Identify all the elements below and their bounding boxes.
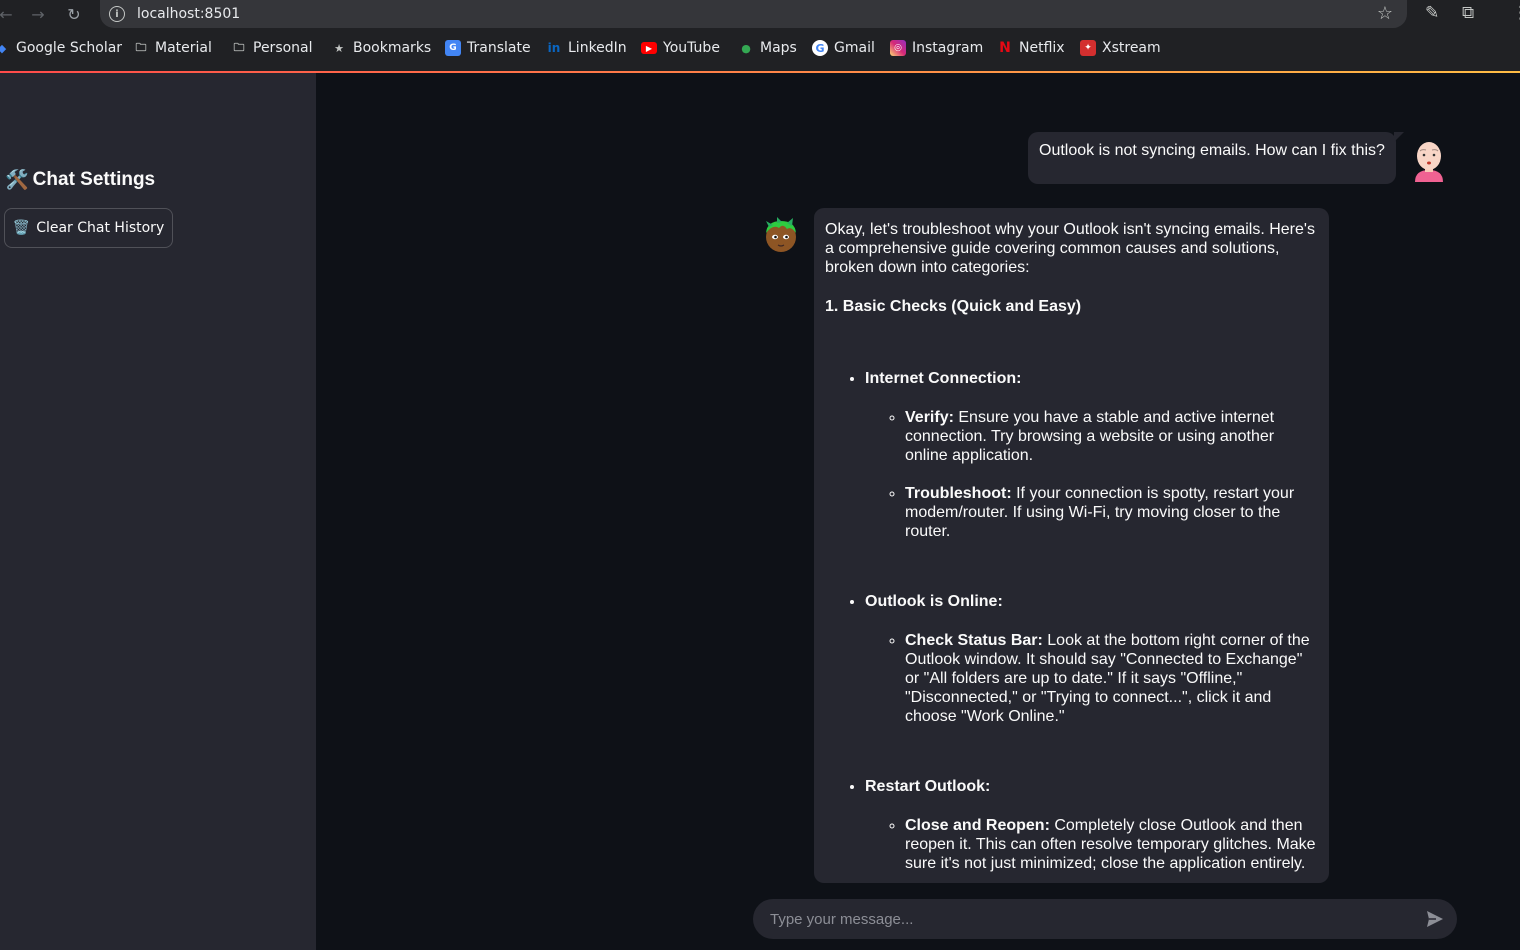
assistant-intro: Okay, let's troubleshoot why your Outloo… (825, 221, 1315, 276)
tools-icon: 🛠️ (5, 170, 29, 191)
user-message-text: Outlook is not syncing emails. How can I… (1039, 142, 1385, 159)
user-message-bubble: Outlook is not syncing emails. How can I… (1028, 132, 1404, 184)
folder-icon: 🗀 (233, 40, 245, 54)
send-button[interactable] (1423, 907, 1447, 931)
bookmark-label: Bookmarks (353, 40, 432, 56)
bookmark-instagram[interactable]: ◎ Instagram (890, 40, 983, 56)
sub-list: Verify: Ensure you have a stable and act… (865, 408, 1318, 541)
user-avatar (1415, 142, 1443, 182)
bookmark-label: Google Scholar (16, 40, 123, 56)
bookmark-label: Maps (760, 40, 797, 56)
xstream-icon: ✦ (1080, 40, 1096, 56)
sidebar-title: 🛠️ Chat Settings (5, 168, 155, 192)
list-item: Outlook is Online: Check Status Bar: Loo… (865, 592, 1318, 726)
list-item-title: Outlook is Online: (865, 593, 1003, 610)
linkedin-icon: in (547, 41, 561, 55)
list-item-title: Restart Outlook: (865, 778, 991, 795)
list-item-title: Internet Connection: (865, 370, 1022, 387)
bookmark-xstream[interactable]: ✦ Xstream (1080, 40, 1161, 56)
list-item: Internet Connection: Verify: Ensure you … (865, 369, 1318, 541)
extensions-icon[interactable]: ⧉ (1462, 3, 1474, 23)
bookmark-netflix[interactable]: N Netflix (997, 40, 1065, 56)
arrow-left-icon[interactable]: ← (0, 0, 20, 28)
bookmark-label: Xstream (1102, 40, 1161, 56)
bookmark-linkedin[interactable]: in LinkedIn (546, 40, 627, 56)
maps-icon: ● (741, 41, 751, 55)
sub-list: Check Status Bar: Look at the bottom rig… (865, 631, 1318, 726)
arrow-right-icon[interactable]: → (24, 0, 52, 28)
chat-main: Outlook is not syncing emails. How can I… (316, 73, 1520, 950)
section-heading: 1. Basic Checks (Quick and Easy) (825, 298, 1082, 315)
bookmark-label: Gmail (834, 40, 875, 56)
netflix-icon: N (999, 40, 1011, 56)
bookmark-google-scholar[interactable]: ◆ Google Scholar (0, 40, 122, 56)
site-info-icon[interactable]: i (109, 6, 125, 22)
url-text[interactable]: localhost:8501 (137, 6, 240, 22)
send-icon (1427, 911, 1443, 927)
address-bar[interactable]: i localhost:8501 ☆ (100, 0, 1407, 28)
bookmark-label: Netflix (1019, 40, 1065, 56)
bookmark-label: YouTube (663, 40, 720, 56)
bookmark-material[interactable]: 🗀 Material (133, 40, 212, 56)
bookmark-translate[interactable]: G Translate (445, 40, 531, 56)
sidebar-title-text: Chat Settings (32, 169, 156, 190)
bookmark-gmail[interactable]: G Gmail (812, 40, 875, 56)
bookmarks-bar: ◆ Google Scholar 🗀 Material 🗀 Personal ★… (0, 28, 1520, 71)
troubleshoot-list: Internet Connection: Verify: Ensure you … (825, 369, 1318, 873)
folder-icon: 🗀 (135, 40, 147, 54)
trash-icon: 🗑️ (12, 220, 31, 236)
chat-message-input[interactable] (753, 899, 1457, 939)
eyedropper-icon[interactable]: ✎ (1425, 3, 1439, 23)
scholar-icon: ◆ (0, 41, 7, 55)
instagram-icon: ◎ (890, 40, 906, 56)
list-item: Restart Outlook: Close and Reopen: Compl… (865, 777, 1318, 873)
assistant-avatar (766, 217, 796, 252)
browser-toolbar: ← → ↻ i localhost:8501 ☆ ✎ ⧉ ⋮ (0, 0, 1520, 28)
star-icon: ★ (334, 41, 344, 55)
sub-list-item: Troubleshoot: If your connection is spot… (905, 484, 1318, 541)
bookmark-label: Personal (253, 40, 313, 56)
google-icon: G (812, 40, 828, 56)
translate-icon: G (445, 40, 461, 56)
youtube-icon: ▶ (641, 42, 657, 54)
assistant-message-bubble: Okay, let's troubleshoot why your Outloo… (814, 208, 1329, 883)
bookmark-star-icon[interactable]: ☆ (1377, 3, 1393, 24)
sub-list-item: Close and Reopen: Completely close Outlo… (905, 816, 1318, 873)
sidebar: 🛠️ Chat Settings 🗑️ Clear Chat History (0, 73, 316, 950)
sub-list-item: Check Status Bar: Look at the bottom rig… (905, 631, 1318, 726)
bookmark-label: LinkedIn (568, 40, 627, 56)
bookmark-label: Material (155, 40, 212, 56)
sub-list-item: Verify: Ensure you have a stable and act… (905, 408, 1318, 465)
clear-button-label: Clear Chat History (36, 220, 165, 236)
bookmark-label: Instagram (912, 40, 984, 56)
bookmark-label: Translate (467, 40, 531, 56)
bookmark-personal[interactable]: 🗀 Personal (231, 40, 313, 56)
bookmark-bookmarks[interactable]: ★ Bookmarks (331, 40, 431, 56)
sub-list: Close and Reopen: Completely close Outlo… (865, 816, 1318, 873)
clear-chat-history-button[interactable]: 🗑️ Clear Chat History (4, 208, 173, 248)
bookmark-maps[interactable]: ● Maps (738, 40, 797, 56)
menu-icon[interactable]: ⋮ (1512, 3, 1520, 23)
reload-icon[interactable]: ↻ (60, 0, 88, 28)
bookmark-youtube[interactable]: ▶ YouTube (641, 40, 720, 56)
